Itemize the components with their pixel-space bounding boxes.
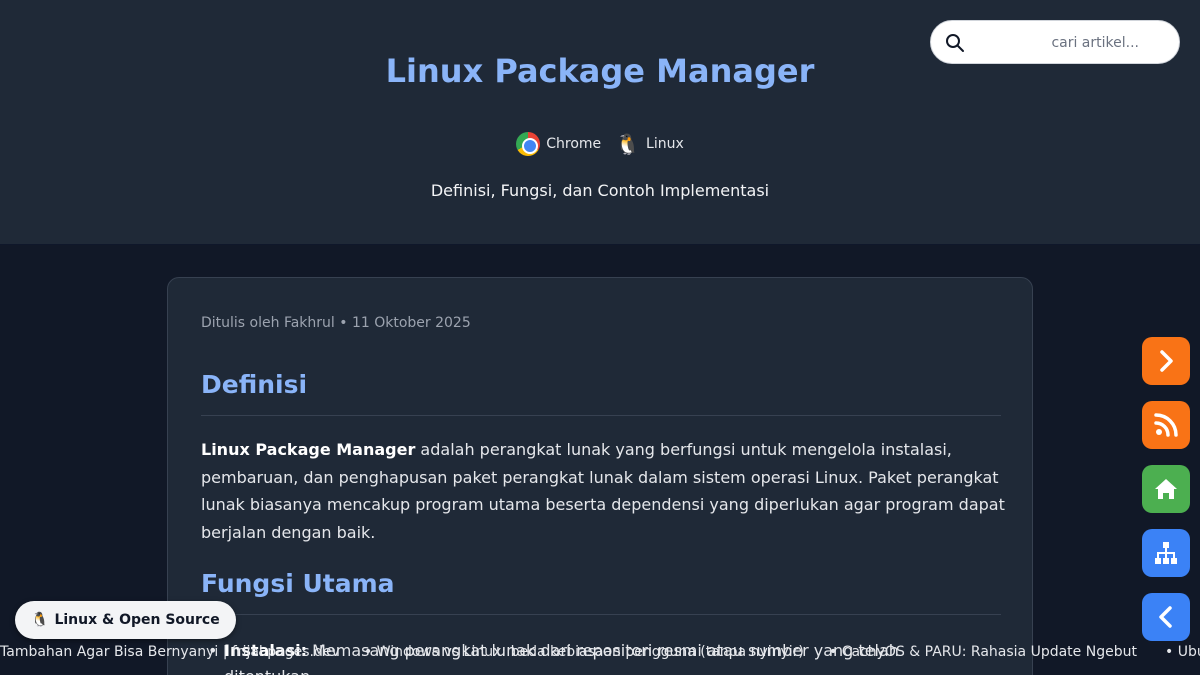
divider [201, 415, 1001, 416]
penguin-icon: 🐧 [615, 132, 641, 156]
chrome-icon [516, 132, 541, 156]
tag-chrome[interactable]: Chrome [516, 132, 601, 156]
divider [201, 614, 1001, 615]
previous-button[interactable] [1142, 593, 1190, 641]
tag-label: Chrome [546, 136, 602, 152]
ticker-item[interactable]: • Windows vs Linux: beda kebiasaan pengg… [364, 644, 804, 660]
section-heading-fungsi: Fungsi Utama [201, 569, 395, 598]
tag-linux[interactable]: 🐧 Linux [615, 132, 684, 156]
section-heading-definisi: Definisi [201, 370, 308, 399]
sitemap-icon [1155, 542, 1177, 564]
tag-label: Linux [646, 136, 684, 152]
ticker-item[interactable]: Tambahan Agar Bisa Bernyanyi | frijal.pa… [0, 644, 340, 660]
chevron-left-icon [1159, 606, 1172, 628]
badge-label: Linux & Open Source [54, 612, 220, 628]
sitemap-button[interactable] [1142, 529, 1190, 577]
next-button[interactable] [1142, 337, 1190, 385]
chevron-right-icon [1160, 350, 1173, 372]
page-subtitle: Definisi, Fungsi, dan Contoh Implementas… [430, 181, 770, 200]
definition-term: Linux Package Manager [201, 440, 416, 459]
search-input[interactable] [973, 29, 1169, 57]
rss-icon [1154, 413, 1178, 437]
ticker-item[interactable]: • CachyOS & PARU: Rahasia Update Ngebut [829, 644, 1137, 660]
definition-paragraph: Linux Package Manager adalah perangkat l… [201, 436, 1011, 546]
search-icon[interactable] [945, 33, 965, 53]
search-box [930, 20, 1180, 64]
rss-button[interactable] [1142, 401, 1190, 449]
news-ticker: Tambahan Agar Bisa Bernyanyi | frijal.pa… [0, 644, 1200, 664]
home-icon [1155, 479, 1177, 499]
article-card: Ditulis oleh Fakhrul • 11 Oktober 2025 D… [167, 277, 1033, 675]
penguin-icon: 🐧 [31, 612, 49, 628]
tag-list: Chrome 🐧 Linux [0, 132, 1200, 156]
home-button[interactable] [1142, 465, 1190, 513]
ticker-item[interactable]: • Ubu [1165, 644, 1200, 660]
category-badge[interactable]: 🐧 Linux & Open Source [15, 601, 236, 639]
article-meta: Ditulis oleh Fakhrul • 11 Oktober 2025 [201, 315, 471, 331]
